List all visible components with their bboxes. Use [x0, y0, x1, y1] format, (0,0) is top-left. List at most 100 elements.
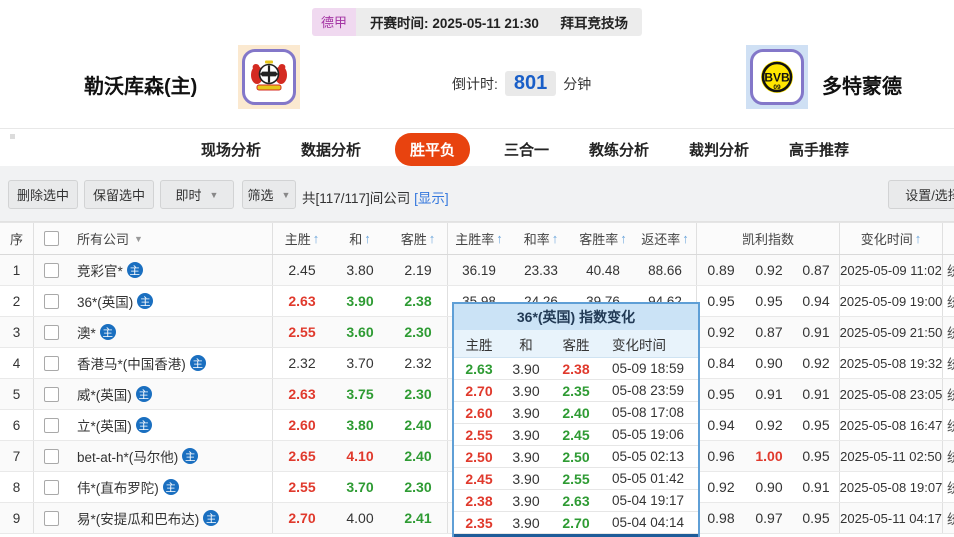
select-all-checkbox[interactable]: [43, 231, 59, 246]
chevron-down-icon: ▼: [281, 189, 291, 200]
row-checkbox[interactable]: [43, 355, 59, 371]
col-header-home-odds[interactable]: 主胜 ↑: [273, 223, 331, 254]
draw-odds[interactable]: 3.70: [331, 472, 389, 502]
tab-referee-analysis[interactable]: 裁判分析: [683, 133, 755, 166]
home-odds[interactable]: 2.32: [273, 348, 331, 378]
col-header-draw-rate[interactable]: 和率 ↑: [510, 223, 572, 254]
draw-odds[interactable]: 3.80: [331, 255, 389, 285]
row-seq: 5: [0, 379, 34, 409]
draw-odds[interactable]: 3.90: [331, 286, 389, 316]
home-team-name: 勒沃库森(主): [84, 76, 198, 98]
settings-select-button[interactable]: 设置/选择: [888, 180, 954, 209]
col-header-away-odds[interactable]: 客胜 ↑: [389, 223, 448, 254]
kelly-home: 0.89: [707, 262, 735, 278]
kelly-away: 0.87: [793, 255, 840, 285]
home-odds[interactable]: 2.65: [273, 441, 331, 471]
col-header-away-rate[interactable]: 客胜率 ↑: [572, 223, 634, 254]
away-odds[interactable]: 2.41: [389, 503, 448, 533]
popup-col-home-value: 2.55: [465, 426, 493, 443]
kelly-away: 0.91: [793, 317, 840, 347]
company-name[interactable]: 伟*(直布罗陀) 主: [68, 472, 273, 502]
col-header-cut: [943, 223, 954, 254]
time-mode-select[interactable]: 即时 ▼: [160, 180, 234, 209]
company-name[interactable]: 香港马*(中国香港) 主: [68, 348, 273, 378]
company-name[interactable]: 易*(安提瓜和巴布达) 主: [68, 503, 273, 533]
away-odds[interactable]: 2.38: [389, 286, 448, 316]
col-header-change-time[interactable]: 变化时间 ↑: [840, 223, 943, 254]
sort-up-icon: ↑: [620, 231, 627, 246]
home-odds[interactable]: 2.63: [273, 379, 331, 409]
row-checkbox[interactable]: [43, 479, 59, 495]
popup-col-away-value: 2.70: [562, 514, 590, 531]
col-header-draw-odds[interactable]: 和 ↑: [331, 223, 389, 254]
row-checkbox[interactable]: [43, 293, 59, 309]
company-name[interactable]: 竞彩官* 主: [68, 255, 273, 285]
row-checkbox[interactable]: [43, 448, 59, 464]
kelly-home: 0.96: [707, 448, 735, 464]
keep-selected-button[interactable]: 保留选中: [84, 180, 154, 209]
home-odds[interactable]: 2.70: [273, 503, 331, 533]
row-checkbox[interactable]: [43, 386, 59, 402]
home-odds[interactable]: 2.55: [273, 472, 331, 502]
col-header-home-rate[interactable]: 主胜率 ↑: [448, 223, 510, 254]
draw-odds[interactable]: 3.75: [331, 379, 389, 409]
tab-data-analysis[interactable]: 数据分析: [295, 133, 367, 166]
popup-odds-row: 2.38 3.90 2.63 05-04 19:17: [454, 490, 698, 512]
draw-odds[interactable]: 3.80: [331, 410, 389, 440]
away-odds[interactable]: 2.30: [389, 472, 448, 502]
delete-selected-button[interactable]: 删除选中: [8, 180, 78, 209]
home-odds[interactable]: 2.63: [273, 286, 331, 316]
popup-col-home-value: 2.50: [465, 448, 493, 465]
home-odds[interactable]: 2.45: [273, 255, 331, 285]
away-odds[interactable]: 2.30: [389, 317, 448, 347]
company-name[interactable]: 澳* 主: [68, 317, 273, 347]
tab-live-analysis[interactable]: 现场分析: [195, 133, 267, 166]
away-odds[interactable]: 2.40: [389, 410, 448, 440]
league-badge[interactable]: 德甲: [312, 8, 357, 36]
draw-odds[interactable]: 4.10: [331, 441, 389, 471]
kelly-home: 0.94: [707, 417, 735, 433]
away-odds[interactable]: 2.30: [389, 379, 448, 409]
decorative-dot: [10, 134, 15, 139]
show-link[interactable]: [显示]: [414, 191, 449, 206]
kelly-draw: 1.00: [755, 448, 783, 464]
filter-select[interactable]: 筛选 ▼: [242, 180, 296, 209]
home-badge-icon: 主: [137, 293, 154, 309]
tab-coach-analysis[interactable]: 教练分析: [583, 133, 655, 166]
home-badge-icon: 主: [162, 479, 179, 495]
home-odds[interactable]: 2.55: [273, 317, 331, 347]
company-name[interactable]: 立*(英国) 主: [68, 410, 273, 440]
home-odds[interactable]: 2.60: [273, 410, 331, 440]
company-name[interactable]: 威*(英国) 主: [68, 379, 273, 409]
away-odds[interactable]: 2.32: [389, 348, 448, 378]
kelly-home: 0.98: [707, 510, 735, 526]
row-select: [34, 255, 68, 285]
company-name[interactable]: 36*(英国) 主: [68, 286, 273, 316]
draw-odds[interactable]: 3.60: [331, 317, 389, 347]
away-odds[interactable]: 2.40: [389, 441, 448, 471]
popup-odds-row: 2.63 3.90 2.38 05-09 18:59: [454, 358, 698, 380]
tab-three-in-one[interactable]: 三合一: [498, 133, 555, 166]
kelly-away: 0.95: [793, 410, 840, 440]
popup-col-draw-value: 3.90: [512, 404, 540, 421]
sort-up-icon: ↑: [914, 231, 922, 246]
row-checkbox[interactable]: [43, 324, 59, 340]
company-name[interactable]: bet-at-h*(马尔他) 主: [68, 441, 273, 471]
draw-rate: 23.33: [524, 262, 558, 278]
sort-up-icon: ↑: [496, 231, 503, 246]
col-header-return-rate[interactable]: 返还率 ↑: [634, 223, 697, 254]
home-badge-icon: 主: [126, 262, 143, 278]
row-checkbox[interactable]: [43, 262, 59, 278]
tab-win-draw-loss[interactable]: 胜平负: [394, 133, 470, 166]
col-header-company[interactable]: 所有公司 ▼: [68, 223, 273, 254]
tab-expert-picks[interactable]: 高手推荐: [783, 133, 855, 166]
draw-odds[interactable]: 4.00: [331, 503, 389, 533]
row-checkbox[interactable]: [43, 417, 59, 433]
away-odds[interactable]: 2.19: [389, 255, 448, 285]
draw-odds[interactable]: 3.70: [331, 348, 389, 378]
home-team-logo: [238, 45, 300, 109]
kelly-away: 0.94: [793, 286, 840, 316]
row-select: [34, 348, 68, 378]
kelly-draw: 0.90: [755, 355, 783, 371]
row-checkbox[interactable]: [43, 510, 59, 526]
